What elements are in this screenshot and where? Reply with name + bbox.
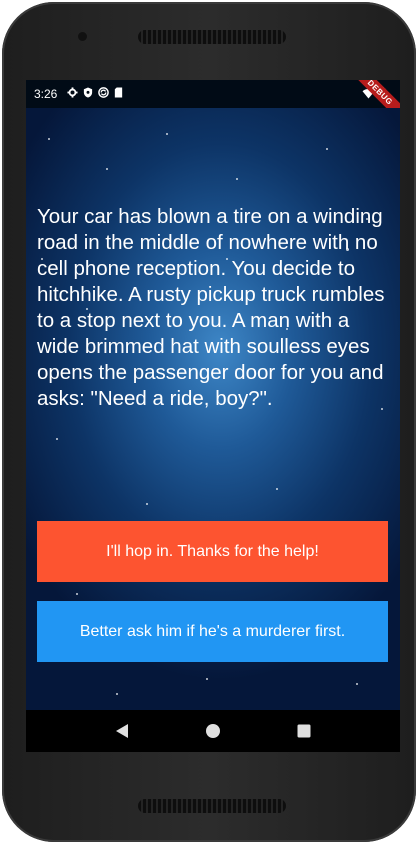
android-navigation-bar (26, 710, 400, 752)
settings-icon (67, 87, 78, 101)
story-text: Your car has blown a tire on a winding r… (37, 205, 385, 410)
top-speaker-grille (138, 30, 286, 44)
sync-icon (98, 87, 110, 101)
shield-icon (83, 87, 93, 101)
bottom-speaker-grille (138, 799, 286, 813)
status-left-icons (67, 87, 123, 101)
phone-screen: 3:26 DEBUG Your car has blown a tire on … (26, 80, 400, 752)
choice-hop-in-button[interactable]: I'll hop in. Thanks for the help! (37, 521, 388, 582)
back-icon[interactable] (102, 711, 142, 751)
phone-frame: 3:26 DEBUG Your car has blown a tire on … (2, 2, 416, 842)
status-bar: 3:26 DEBUG (26, 80, 400, 126)
status-time: 3:26 (34, 87, 58, 101)
choice-ask-murderer-button[interactable]: Better ask him if he's a murderer first. (37, 601, 388, 662)
recents-icon[interactable] (284, 711, 324, 751)
home-icon[interactable] (193, 711, 233, 751)
sd-card-icon (114, 87, 123, 101)
front-camera (78, 32, 87, 41)
story-screen: Your car has blown a tire on a winding r… (26, 108, 400, 710)
